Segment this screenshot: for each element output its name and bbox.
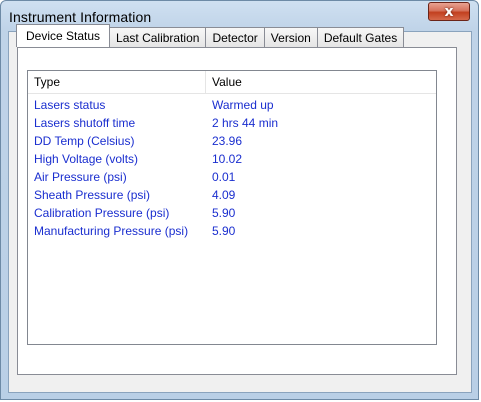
list-item[interactable]: Lasers shutoff time 2 hrs 44 min xyxy=(28,114,436,132)
row-type: Sheath Pressure (psi) xyxy=(34,188,151,202)
row-value: 5.90 xyxy=(212,224,236,238)
status-listview[interactable]: Type Value Lasers status Warmed up Laser… xyxy=(27,70,437,345)
list-item[interactable]: Lasers status Warmed up xyxy=(28,96,436,114)
list-item[interactable]: Sheath Pressure (psi) 4.09 xyxy=(28,186,436,204)
close-button[interactable]: x xyxy=(428,2,470,21)
row-value: 2 hrs 44 min xyxy=(212,116,279,130)
row-type: Lasers shutoff time xyxy=(34,116,136,130)
row-value: Warmed up xyxy=(212,98,274,112)
list-rows: Lasers status Warmed up Lasers shutoff t… xyxy=(28,94,436,240)
list-item[interactable]: Air Pressure (psi) 0.01 xyxy=(28,168,436,186)
tab-default-gates[interactable]: Default Gates xyxy=(316,27,405,47)
row-value: 0.01 xyxy=(212,170,236,184)
row-type: Lasers status xyxy=(34,98,106,112)
list-item[interactable]: Calibration Pressure (psi) 5.90 xyxy=(28,204,436,222)
row-type: DD Temp (Celsius) xyxy=(34,134,135,148)
row-value: 4.09 xyxy=(212,188,236,202)
column-header-type[interactable]: Type xyxy=(28,71,206,93)
column-header-value[interactable]: Value xyxy=(206,71,426,93)
tab-detector[interactable]: Detector xyxy=(205,27,265,47)
row-type: High Voltage (volts) xyxy=(34,152,139,166)
row-value: 10.02 xyxy=(212,152,243,166)
window-title: Instrument Information xyxy=(9,9,152,25)
status-list-wrapper: Type Value Lasers status Warmed up Laser… xyxy=(27,70,437,345)
tab-last-calibration[interactable]: Last Calibration xyxy=(109,27,207,47)
list-item[interactable]: DD Temp (Celsius) 23.96 xyxy=(28,132,436,150)
tab-version[interactable]: Version xyxy=(263,27,318,47)
row-type: Calibration Pressure (psi) xyxy=(34,206,170,220)
row-value: 23.96 xyxy=(212,134,243,148)
list-item[interactable]: High Voltage (volts) 10.02 xyxy=(28,150,436,168)
list-header: Type Value xyxy=(28,71,436,94)
tab-device-status[interactable]: Device Status xyxy=(16,24,111,47)
tab-strip: Device Status Last Calibration Detector … xyxy=(16,24,405,47)
row-type: Air Pressure (psi) xyxy=(34,170,127,184)
list-item[interactable]: Manufacturing Pressure (psi) 5.90 xyxy=(28,222,436,240)
row-value: 5.90 xyxy=(212,206,236,220)
close-icon: x xyxy=(444,3,454,20)
row-type: Manufacturing Pressure (psi) xyxy=(34,224,189,238)
